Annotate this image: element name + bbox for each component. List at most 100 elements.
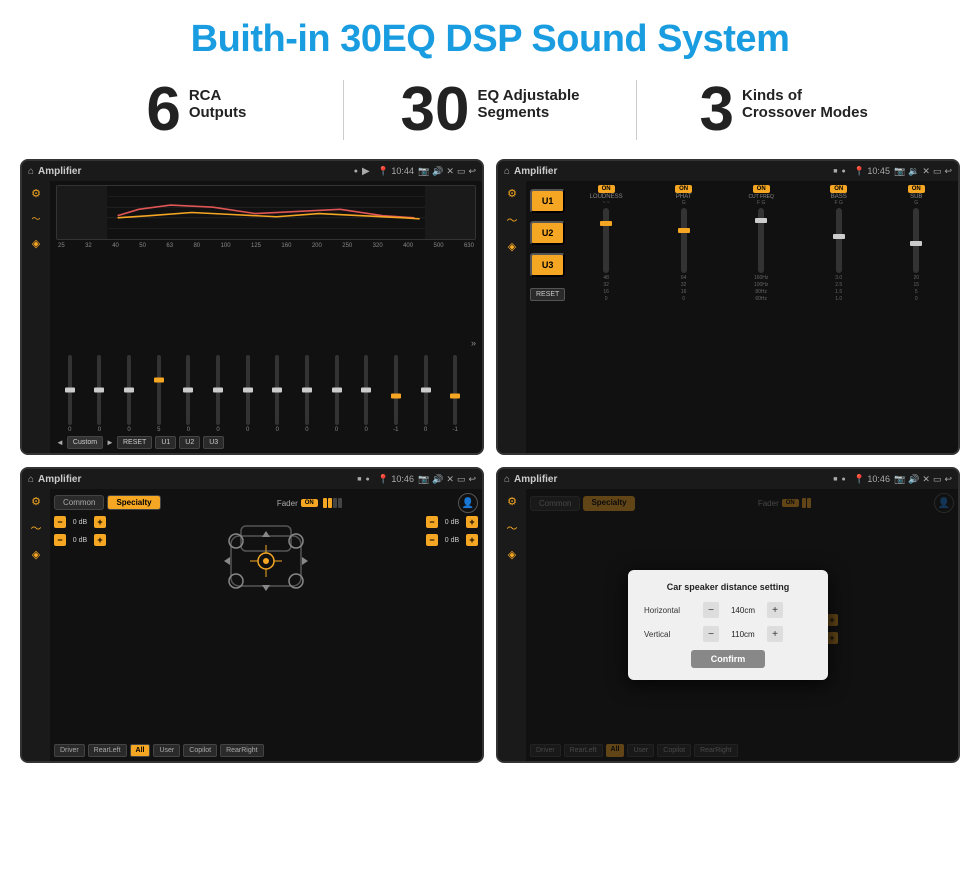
plus-btn-1[interactable]: +: [94, 516, 106, 528]
x-icon-s1: ✕: [446, 166, 454, 177]
eq-slider-14[interactable]: -1: [441, 355, 469, 433]
common-tab-s3[interactable]: Common: [54, 495, 104, 510]
confirm-button[interactable]: Confirm: [691, 650, 766, 668]
prev-icon[interactable]: ◄: [56, 438, 64, 447]
home-icon-s4[interactable]: ⌂: [504, 474, 510, 485]
minus-btn-4[interactable]: −: [426, 534, 438, 546]
eq-slider-6[interactable]: 0: [204, 355, 232, 433]
rearleft-btn-s3[interactable]: RearLeft: [88, 744, 127, 757]
user-btn-s3[interactable]: User: [153, 744, 180, 757]
wave-icon-s1[interactable]: 〜: [31, 212, 40, 225]
eq-slider-2[interactable]: 0: [86, 355, 114, 433]
screen2-body: ⚙ 〜 ◈ U1 U2 U3 RESET ON LOUDNESS: [498, 181, 958, 453]
screen1-dot: ●: [354, 168, 358, 175]
eq-icon-s3[interactable]: ⚙: [31, 495, 41, 508]
screen2-icons: 📷🔉✕▭ ↩: [894, 166, 952, 177]
eq-slider-7[interactable]: 0: [234, 355, 262, 433]
screen2-sidebar: ⚙ 〜 ◈: [498, 181, 526, 453]
home-icon-s1[interactable]: ⌂: [28, 166, 34, 177]
screen2-amp: ⌂ Amplifier ■ ● 📍 10:45 📷🔉✕▭ ↩ ⚙ 〜 ◈ U1 …: [496, 159, 960, 455]
reset-button-s2[interactable]: RESET: [530, 288, 565, 301]
bottom-buttons-s3: Driver RearLeft All User Copilot RearRig…: [54, 744, 478, 757]
specialty-tab-s3[interactable]: Specialty: [107, 495, 160, 510]
stat-rca-line2: Outputs: [189, 104, 247, 121]
plus-btn-2[interactable]: +: [94, 534, 106, 546]
screen3-crossover: ⌂ Amplifier ■ ● 📍 10:46 📷🔊✕▭ ↩ ⚙ 〜 ◈ Com…: [20, 467, 484, 763]
user-icon[interactable]: 👤: [458, 493, 478, 513]
back-icon-s2[interactable]: ↩: [944, 166, 952, 177]
speaker-icon-s1[interactable]: ◈: [32, 237, 40, 250]
cutfreq-ctrl: ON CUT FREQ F G 160Hz 100Hz 80Hz 60Hz: [723, 185, 799, 449]
speaker-icon-s2[interactable]: ◈: [508, 240, 516, 253]
eq-slider-11[interactable]: 0: [352, 355, 380, 433]
eq-slider-9[interactable]: 0: [293, 355, 321, 433]
all-btn-s3[interactable]: All: [130, 744, 151, 757]
screen1-eq: ⌂ Amplifier ● ▶ 📍 10:44 📷 🔊 ✕ ▭ ↩ ⚙ 〜 ◈: [20, 159, 484, 455]
camera-icon-s1: 📷: [418, 166, 429, 177]
freq-200: 200: [312, 243, 322, 249]
stat-eq-line2: Segments: [478, 104, 580, 121]
eq-slider-12[interactable]: -1: [382, 355, 410, 433]
page-title: Buith-in 30EQ DSP Sound System: [0, 0, 980, 71]
right-controls: − 0 dB + − 0 dB +: [426, 516, 478, 546]
dialog-title: Car speaker distance setting: [644, 582, 812, 592]
horizontal-value: 140cm: [723, 606, 763, 615]
car-svg: [216, 516, 316, 606]
plus-btn-4[interactable]: +: [466, 534, 478, 546]
rearright-btn-s3[interactable]: RearRight: [220, 744, 264, 757]
minus-btn-1[interactable]: −: [54, 516, 66, 528]
u2-button-s2[interactable]: U2: [530, 221, 565, 245]
speaker-icon-s3[interactable]: ◈: [32, 548, 40, 561]
eq-slider-3[interactable]: 0: [115, 355, 143, 433]
home-icon-s3[interactable]: ⌂: [28, 474, 34, 485]
dialog-vertical-row: Vertical − 110cm +: [644, 626, 812, 642]
minus-btn-3[interactable]: −: [426, 516, 438, 528]
reset-button-s1[interactable]: RESET: [117, 436, 152, 449]
eq-slider-5[interactable]: 0: [175, 355, 203, 433]
vertical-minus[interactable]: −: [703, 626, 719, 642]
u1-button-s1[interactable]: U1: [155, 436, 176, 449]
fader-label: Fader: [277, 499, 298, 508]
eq-slider-10[interactable]: 0: [323, 355, 351, 433]
eq-slider-1[interactable]: 0: [56, 355, 84, 433]
eq-bottom-bar: ◄ Custom ► RESET U1 U2 U3: [56, 436, 476, 449]
back-icon-s3[interactable]: ↩: [468, 474, 476, 485]
u2-button-s1[interactable]: U2: [179, 436, 200, 449]
eq-slider-13[interactable]: 0: [412, 355, 440, 433]
eq-icon-s2[interactable]: ⚙: [507, 187, 517, 200]
screen1-main: 25 32 40 50 63 80 100 125 160 200 250 32…: [50, 181, 482, 453]
eq-slider-8[interactable]: 0: [263, 355, 291, 433]
copilot-btn-s3[interactable]: Copilot: [183, 744, 217, 757]
plus-btn-3[interactable]: +: [466, 516, 478, 528]
u3-button-s2[interactable]: U3: [530, 253, 565, 277]
back-icon-s1[interactable]: ↩: [468, 166, 476, 177]
screen2-dot2: ●: [841, 168, 845, 175]
home-icon-s2[interactable]: ⌂: [504, 166, 510, 177]
bass-ctrl: ON BASS F G 3.0 2.5 1.5 1.0: [801, 185, 877, 449]
screen1-play: ▶: [362, 166, 370, 177]
vertical-plus[interactable]: +: [767, 626, 783, 642]
stat-item-crossover: 3 Kinds of Crossover Modes: [647, 79, 920, 141]
screen3-icons: 📷🔊✕▭ ↩: [418, 474, 476, 485]
screens-grid: ⌂ Amplifier ● ▶ 📍 10:44 📷 🔊 ✕ ▭ ↩ ⚙ 〜 ◈: [0, 153, 980, 773]
sub-ctrl: ON SUB G 20 15 5 0: [878, 185, 954, 449]
driver-btn-s3[interactable]: Driver: [54, 744, 85, 757]
freq-250: 250: [342, 243, 352, 249]
wave-icon-s3[interactable]: 〜: [31, 520, 42, 536]
screen2-rec: ■: [833, 168, 837, 175]
horizontal-plus[interactable]: +: [767, 602, 783, 618]
back-icon-s4[interactable]: ↩: [944, 474, 952, 485]
u3-button-s1[interactable]: U3: [203, 436, 224, 449]
next-icon[interactable]: ►: [106, 438, 114, 447]
left-controls: − 0 dB + − 0 dB +: [54, 516, 106, 546]
eq-slider-4[interactable]: 5: [145, 355, 173, 433]
stat-rca-line1: RCA: [189, 87, 247, 104]
minus-btn-2[interactable]: −: [54, 534, 66, 546]
wave-icon-s2[interactable]: 〜: [507, 212, 518, 228]
eq-icon-s1[interactable]: ⚙: [31, 187, 41, 200]
horizontal-minus[interactable]: −: [703, 602, 719, 618]
freq-50: 50: [139, 243, 146, 249]
custom-button[interactable]: Custom: [67, 436, 103, 449]
expand-icon[interactable]: »: [471, 338, 476, 348]
u1-button-s2[interactable]: U1: [530, 189, 565, 213]
